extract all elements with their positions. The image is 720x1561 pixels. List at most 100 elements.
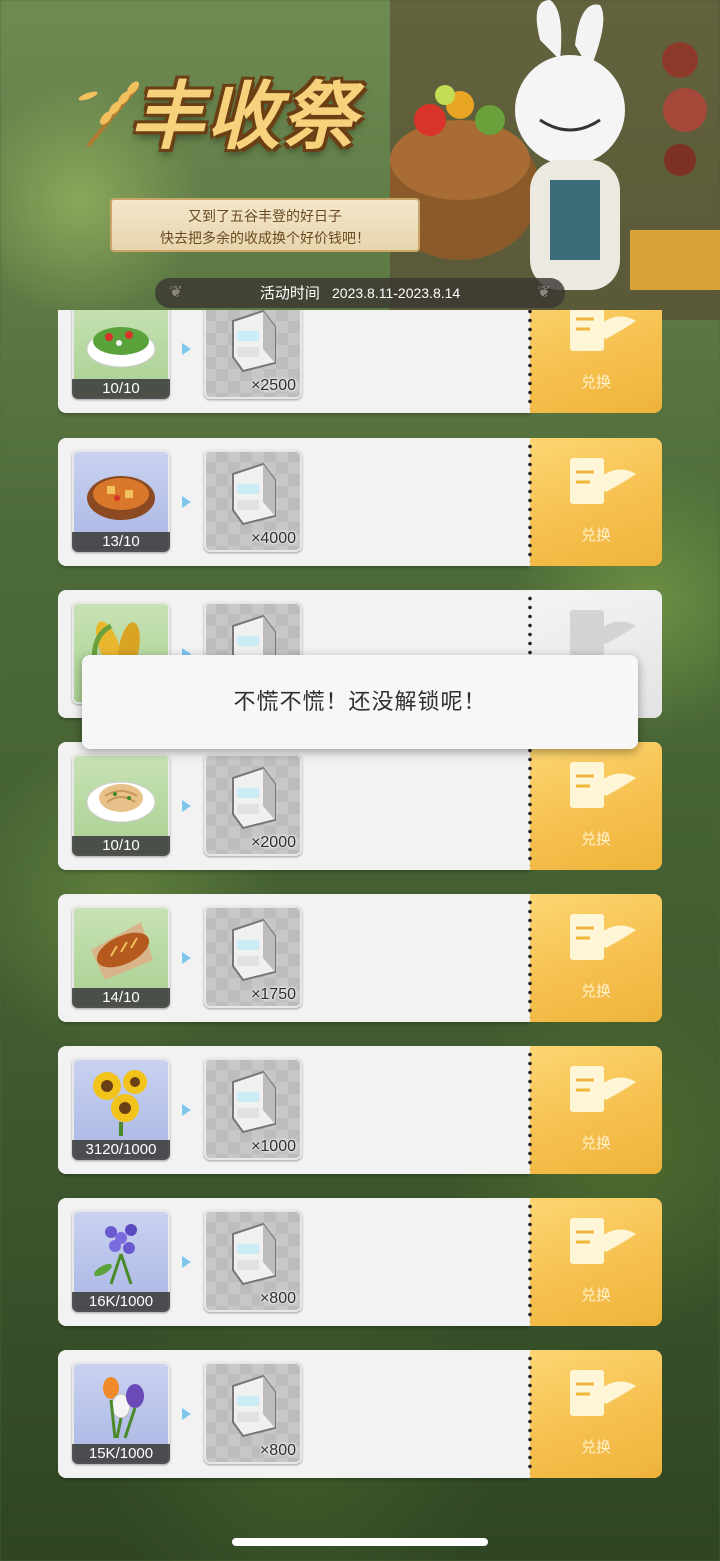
reward-item-slot[interactable]: ×2500 (204, 310, 302, 399)
home-indicator[interactable] (232, 1538, 488, 1546)
pasta-plate-icon (86, 781, 156, 823)
arrow-right-icon (182, 496, 191, 508)
exchange-button[interactable]: 兑换 (527, 1046, 662, 1174)
arrow-right-icon (182, 1104, 191, 1116)
reward-quantity: ×1750 (251, 986, 296, 1003)
crystal-drawer-icon (232, 766, 276, 830)
crystal-drawer-icon (232, 1222, 276, 1286)
reward-item-slot[interactable]: ×2000 (204, 754, 302, 856)
exchange-card: 13/10 ×4000 (58, 438, 530, 566)
reward-item-slot[interactable]: ×1750 (204, 906, 302, 1008)
event-time-bar: ❦ 活动时间 2023.8.11-2023.8.14 ❦ (155, 278, 565, 308)
item-count: 13/10 (72, 532, 170, 552)
exchange-row: 10/10 ×2000 兑换 (58, 742, 662, 870)
ticket-perforation (527, 310, 533, 409)
reward-quantity: ×800 (259, 1442, 296, 1459)
reward-quantity: ×4000 (251, 530, 296, 547)
exchange-card: 10/10 ×2500 (58, 310, 530, 413)
exchange-button[interactable]: 兑换 (527, 438, 662, 566)
exchange-label: 兑换 (580, 1287, 611, 1304)
event-banner: 丰收祭 又到了五谷丰登的好日子 快去把多余的收成换个好价钱吧！ ❦ 活动时间 2… (0, 0, 720, 320)
exchange-label: 兑换 (580, 1439, 611, 1456)
salad-icon (86, 327, 156, 368)
exchange-button[interactable]: 兑换 (527, 894, 662, 1022)
exchange-row: 13/10 ×4000 兑换 (58, 438, 662, 566)
exchange-card: 3120/1000 ×1000 (58, 1046, 530, 1174)
exchange-ticket-icon (570, 762, 636, 808)
arrow-right-icon (182, 952, 191, 964)
exchange-row: 10/10 ×2500 兑换 (58, 310, 662, 413)
source-item-slot[interactable]: 13/10 (72, 450, 170, 552)
exchange-card: 16K/1000 ×800 (58, 1198, 530, 1326)
reward-item-slot[interactable]: ×4000 (204, 450, 302, 552)
exchange-label: 兑换 (580, 983, 611, 1000)
arrow-right-icon (182, 800, 191, 812)
source-item-slot[interactable]: 14/10 (72, 906, 170, 1008)
exchange-ticket-icon (570, 310, 636, 351)
reward-quantity: ×1000 (251, 1138, 296, 1155)
exchange-row: 16K/1000 ×800 兑换 (58, 1198, 662, 1326)
exchange-card: 14/10 ×1750 (58, 894, 530, 1022)
crystal-drawer-icon (232, 1374, 276, 1438)
reward-item-slot[interactable]: ×1000 (204, 1058, 302, 1160)
reward-quantity: ×2000 (251, 834, 296, 851)
crystal-drawer-icon (232, 462, 276, 526)
bread-icon (91, 922, 153, 980)
item-count: 10/10 (72, 836, 170, 856)
subtitle-line-1: 又到了五谷丰登的好日子 (188, 208, 342, 224)
exchange-label: 兑换 (580, 831, 611, 848)
crystal-drawer-icon (232, 1070, 276, 1134)
exchange-button[interactable]: 兑换 (527, 310, 662, 413)
exchange-list[interactable]: 10/10 ×2500 兑换 13/10 ×4000 兑换 10/10 ×200… (58, 310, 668, 1485)
exchange-row: 3120/1000 ×1000 兑换 (58, 1046, 662, 1174)
arrow-right-icon (182, 1256, 191, 1268)
exchange-ticket-icon (570, 1066, 636, 1112)
source-item-slot[interactable]: 16K/1000 (72, 1210, 170, 1312)
source-item-slot[interactable]: 10/10 (72, 310, 170, 399)
crystal-drawer-icon (232, 310, 276, 373)
exchange-label: 兑换 (580, 374, 611, 391)
leaf-icon: ❦ (537, 284, 551, 301)
exchange-card: 15K/1000 ×800 (58, 1350, 530, 1478)
time-range: 2023.8.11-2023.8.14 (332, 285, 461, 301)
exchange-button[interactable]: 兑换 (527, 1198, 662, 1326)
sunflowers-icon (93, 1070, 147, 1136)
source-item-slot[interactable]: 10/10 (72, 754, 170, 856)
lavender-icon (94, 1224, 137, 1285)
exchange-ticket-icon (570, 1370, 636, 1416)
exchange-label: 兑换 (580, 1135, 611, 1152)
item-count: 3120/1000 (72, 1140, 170, 1160)
stew-bowl-icon (87, 476, 155, 520)
reward-quantity: ×2500 (251, 377, 296, 394)
exchange-row: 15K/1000 ×800 兑换 (58, 1350, 662, 1478)
exchange-ticket-icon (570, 458, 636, 504)
event-subtitle: 又到了五谷丰登的好日子 快去把多余的收成换个好价钱吧！ (110, 198, 420, 252)
exchange-row: 14/10 ×1750 兑换 (58, 894, 662, 1022)
exchange-ticket-icon (570, 914, 636, 960)
item-count: 16K/1000 (72, 1292, 170, 1312)
locked-toast: 不慌不慌！还没解锁呢！ (82, 655, 638, 749)
bunny-merchant-illustration (390, 0, 720, 320)
item-count: 14/10 (72, 988, 170, 1008)
exchange-card: 10/10 ×2000 (58, 742, 530, 870)
reward-quantity: ×800 (259, 1290, 296, 1307)
time-label: 活动时间 (259, 285, 320, 302)
exchange-label: 兑换 (580, 527, 611, 544)
blurred-bottom-bar (0, 1490, 720, 1561)
source-item-slot[interactable]: 3120/1000 (72, 1058, 170, 1160)
source-item-slot[interactable]: 15K/1000 (72, 1362, 170, 1464)
subtitle-line-2: 快去把多余的收成换个好价钱吧！ (160, 230, 370, 246)
tulips-icon (103, 1377, 144, 1439)
item-count: 15K/1000 (72, 1444, 170, 1464)
crystal-drawer-icon (232, 918, 276, 982)
leaf-icon: ❦ (169, 284, 183, 301)
arrow-right-icon (182, 343, 191, 355)
arrow-right-icon (182, 1408, 191, 1420)
event-title: 丰收祭 (130, 74, 358, 160)
exchange-button[interactable]: 兑换 (527, 1350, 662, 1478)
reward-item-slot[interactable]: ×800 (204, 1210, 302, 1312)
exchange-ticket-icon (570, 1218, 636, 1264)
exchange-button[interactable]: 兑换 (527, 742, 662, 870)
reward-item-slot[interactable]: ×800 (204, 1362, 302, 1464)
item-count: 10/10 (72, 379, 170, 399)
